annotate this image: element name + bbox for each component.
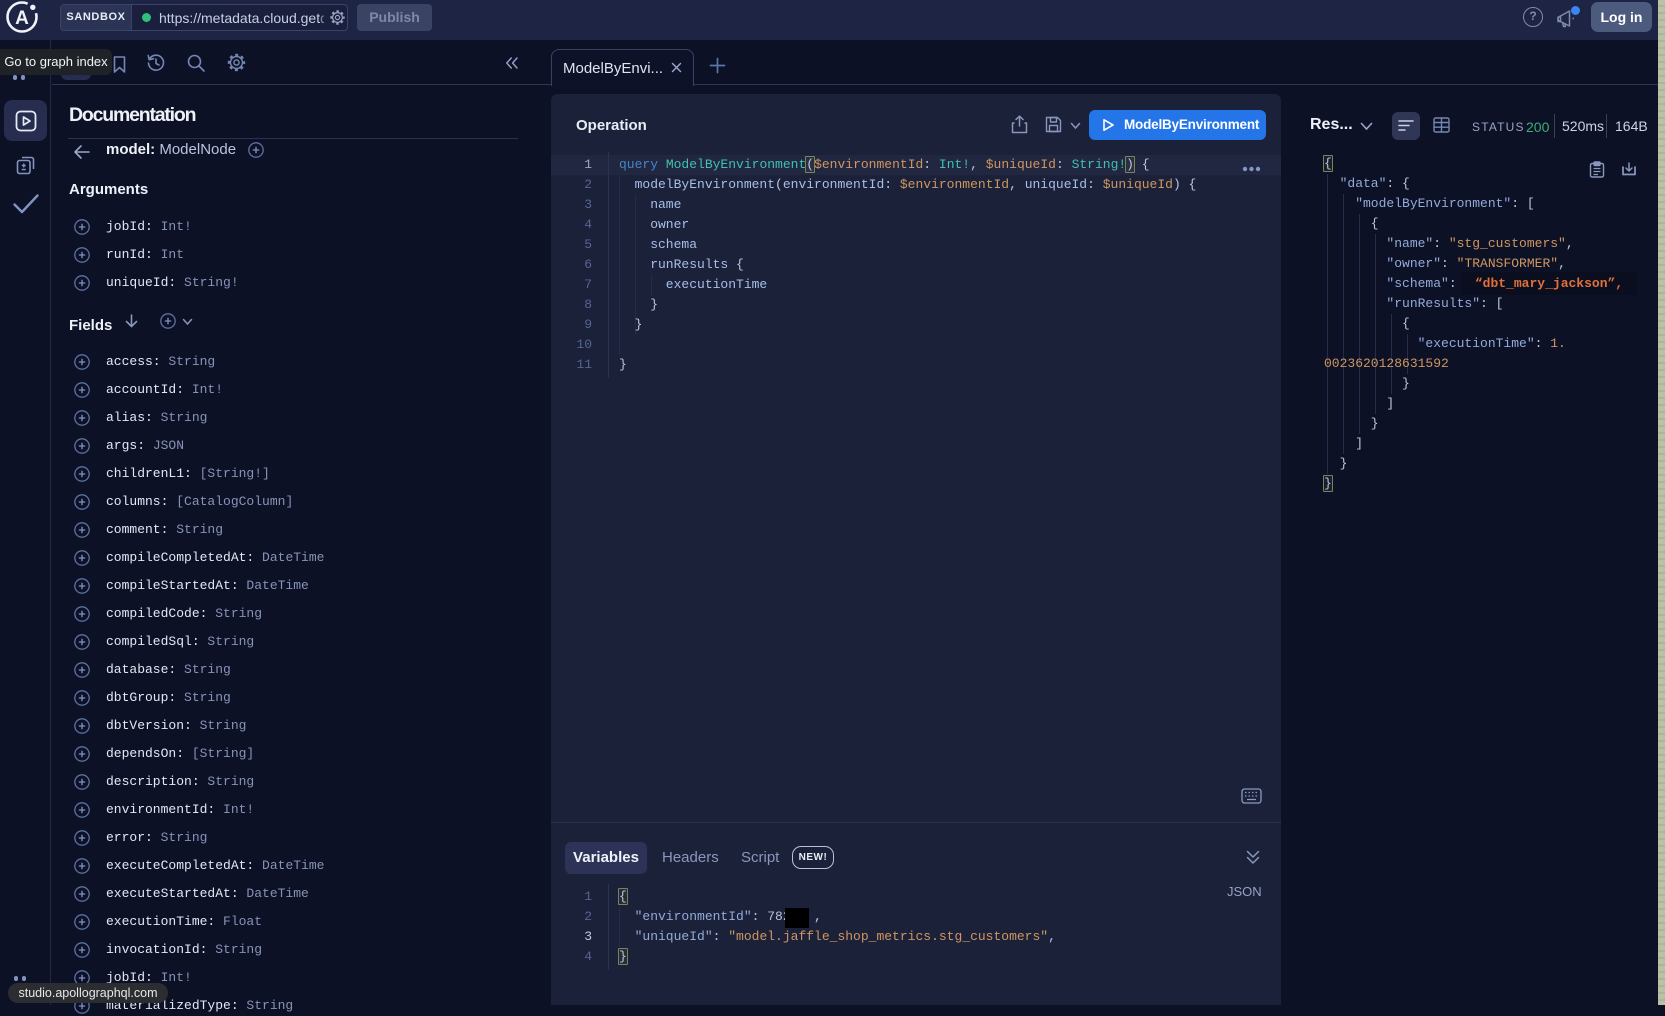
svg-text:A: A: [15, 8, 29, 29]
